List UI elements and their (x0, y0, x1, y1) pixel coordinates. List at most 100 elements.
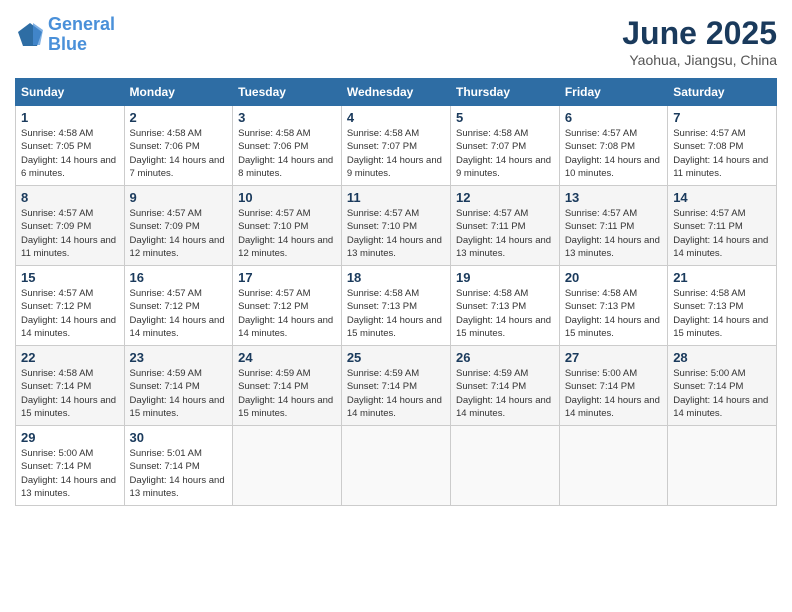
calendar-cell: 2 Sunrise: 4:58 AM Sunset: 7:06 PM Dayli… (124, 106, 233, 186)
header-thursday: Thursday (450, 79, 559, 106)
calendar-cell: 9 Sunrise: 4:57 AM Sunset: 7:09 PM Dayli… (124, 186, 233, 266)
day-info: Sunrise: 4:57 AM Sunset: 7:11 PM Dayligh… (565, 207, 662, 260)
month-title: June 2025 (622, 15, 777, 52)
day-number: 11 (347, 190, 445, 205)
day-number: 24 (238, 350, 336, 365)
day-info: Sunrise: 4:57 AM Sunset: 7:08 PM Dayligh… (673, 127, 771, 180)
day-number: 17 (238, 270, 336, 285)
calendar-cell: 15 Sunrise: 4:57 AM Sunset: 7:12 PM Dayl… (16, 266, 125, 346)
day-number: 3 (238, 110, 336, 125)
calendar-cell: 4 Sunrise: 4:58 AM Sunset: 7:07 PM Dayli… (341, 106, 450, 186)
calendar-cell: 16 Sunrise: 4:57 AM Sunset: 7:12 PM Dayl… (124, 266, 233, 346)
day-info: Sunrise: 4:58 AM Sunset: 7:13 PM Dayligh… (565, 287, 662, 340)
calendar-cell: 22 Sunrise: 4:58 AM Sunset: 7:14 PM Dayl… (16, 346, 125, 426)
day-number: 22 (21, 350, 119, 365)
day-number: 14 (673, 190, 771, 205)
day-info: Sunrise: 5:00 AM Sunset: 7:14 PM Dayligh… (673, 367, 771, 420)
day-info: Sunrise: 4:57 AM Sunset: 7:12 PM Dayligh… (130, 287, 228, 340)
calendar-cell: 23 Sunrise: 4:59 AM Sunset: 7:14 PM Dayl… (124, 346, 233, 426)
day-number: 10 (238, 190, 336, 205)
day-info: Sunrise: 4:57 AM Sunset: 7:12 PM Dayligh… (238, 287, 336, 340)
calendar-cell: 1 Sunrise: 4:58 AM Sunset: 7:05 PM Dayli… (16, 106, 125, 186)
day-info: Sunrise: 4:57 AM Sunset: 7:12 PM Dayligh… (21, 287, 119, 340)
header-friday: Friday (559, 79, 667, 106)
header-tuesday: Tuesday (233, 79, 342, 106)
header-monday: Monday (124, 79, 233, 106)
day-info: Sunrise: 4:57 AM Sunset: 7:10 PM Dayligh… (238, 207, 336, 260)
day-info: Sunrise: 4:58 AM Sunset: 7:07 PM Dayligh… (347, 127, 445, 180)
logo-text: General Blue (48, 15, 115, 55)
day-number: 19 (456, 270, 554, 285)
calendar-cell: 5 Sunrise: 4:58 AM Sunset: 7:07 PM Dayli… (450, 106, 559, 186)
calendar-cell: 30 Sunrise: 5:01 AM Sunset: 7:14 PM Dayl… (124, 426, 233, 506)
day-info: Sunrise: 4:57 AM Sunset: 7:11 PM Dayligh… (673, 207, 771, 260)
day-info: Sunrise: 4:58 AM Sunset: 7:07 PM Dayligh… (456, 127, 554, 180)
calendar-cell (668, 426, 777, 506)
logo: General Blue (15, 15, 115, 55)
day-info: Sunrise: 4:58 AM Sunset: 7:13 PM Dayligh… (456, 287, 554, 340)
calendar-cell (341, 426, 450, 506)
calendar-cell: 19 Sunrise: 4:58 AM Sunset: 7:13 PM Dayl… (450, 266, 559, 346)
day-info: Sunrise: 4:58 AM Sunset: 7:05 PM Dayligh… (21, 127, 119, 180)
day-info: Sunrise: 4:59 AM Sunset: 7:14 PM Dayligh… (456, 367, 554, 420)
day-number: 16 (130, 270, 228, 285)
calendar-week-3: 15 Sunrise: 4:57 AM Sunset: 7:12 PM Dayl… (16, 266, 777, 346)
calendar-cell: 12 Sunrise: 4:57 AM Sunset: 7:11 PM Dayl… (450, 186, 559, 266)
calendar-cell (233, 426, 342, 506)
day-info: Sunrise: 4:58 AM Sunset: 7:14 PM Dayligh… (21, 367, 119, 420)
day-number: 7 (673, 110, 771, 125)
day-info: Sunrise: 4:57 AM Sunset: 7:09 PM Dayligh… (21, 207, 119, 260)
day-number: 20 (565, 270, 662, 285)
day-number: 28 (673, 350, 771, 365)
day-number: 26 (456, 350, 554, 365)
day-info: Sunrise: 4:57 AM Sunset: 7:11 PM Dayligh… (456, 207, 554, 260)
day-info: Sunrise: 4:57 AM Sunset: 7:08 PM Dayligh… (565, 127, 662, 180)
day-info: Sunrise: 4:59 AM Sunset: 7:14 PM Dayligh… (347, 367, 445, 420)
weekday-header-row: Sunday Monday Tuesday Wednesday Thursday… (16, 79, 777, 106)
day-number: 8 (21, 190, 119, 205)
calendar-body: 1 Sunrise: 4:58 AM Sunset: 7:05 PM Dayli… (16, 106, 777, 506)
header-wednesday: Wednesday (341, 79, 450, 106)
calendar-cell: 17 Sunrise: 4:57 AM Sunset: 7:12 PM Dayl… (233, 266, 342, 346)
calendar: Sunday Monday Tuesday Wednesday Thursday… (15, 78, 777, 506)
calendar-cell: 21 Sunrise: 4:58 AM Sunset: 7:13 PM Dayl… (668, 266, 777, 346)
day-number: 27 (565, 350, 662, 365)
day-number: 21 (673, 270, 771, 285)
day-number: 4 (347, 110, 445, 125)
calendar-cell: 24 Sunrise: 4:59 AM Sunset: 7:14 PM Dayl… (233, 346, 342, 426)
day-number: 25 (347, 350, 445, 365)
day-info: Sunrise: 4:58 AM Sunset: 7:13 PM Dayligh… (347, 287, 445, 340)
calendar-cell: 27 Sunrise: 5:00 AM Sunset: 7:14 PM Dayl… (559, 346, 667, 426)
day-number: 23 (130, 350, 228, 365)
day-number: 2 (130, 110, 228, 125)
calendar-cell: 26 Sunrise: 4:59 AM Sunset: 7:14 PM Dayl… (450, 346, 559, 426)
calendar-cell: 28 Sunrise: 5:00 AM Sunset: 7:14 PM Dayl… (668, 346, 777, 426)
day-number: 1 (21, 110, 119, 125)
calendar-cell: 29 Sunrise: 5:00 AM Sunset: 7:14 PM Dayl… (16, 426, 125, 506)
day-info: Sunrise: 4:59 AM Sunset: 7:14 PM Dayligh… (238, 367, 336, 420)
calendar-week-5: 29 Sunrise: 5:00 AM Sunset: 7:14 PM Dayl… (16, 426, 777, 506)
day-info: Sunrise: 5:00 AM Sunset: 7:14 PM Dayligh… (565, 367, 662, 420)
calendar-cell: 3 Sunrise: 4:58 AM Sunset: 7:06 PM Dayli… (233, 106, 342, 186)
day-number: 18 (347, 270, 445, 285)
day-number: 12 (456, 190, 554, 205)
calendar-cell: 10 Sunrise: 4:57 AM Sunset: 7:10 PM Dayl… (233, 186, 342, 266)
calendar-cell: 13 Sunrise: 4:57 AM Sunset: 7:11 PM Dayl… (559, 186, 667, 266)
calendar-cell: 25 Sunrise: 4:59 AM Sunset: 7:14 PM Dayl… (341, 346, 450, 426)
location: Yaohua, Jiangsu, China (622, 52, 777, 68)
day-number: 13 (565, 190, 662, 205)
day-info: Sunrise: 4:57 AM Sunset: 7:10 PM Dayligh… (347, 207, 445, 260)
title-block: June 2025 Yaohua, Jiangsu, China (622, 15, 777, 68)
day-info: Sunrise: 4:59 AM Sunset: 7:14 PM Dayligh… (130, 367, 228, 420)
day-number: 29 (21, 430, 119, 445)
header-saturday: Saturday (668, 79, 777, 106)
calendar-week-4: 22 Sunrise: 4:58 AM Sunset: 7:14 PM Dayl… (16, 346, 777, 426)
calendar-cell: 6 Sunrise: 4:57 AM Sunset: 7:08 PM Dayli… (559, 106, 667, 186)
calendar-cell (559, 426, 667, 506)
day-info: Sunrise: 5:00 AM Sunset: 7:14 PM Dayligh… (21, 447, 119, 500)
day-number: 6 (565, 110, 662, 125)
day-info: Sunrise: 4:58 AM Sunset: 7:06 PM Dayligh… (238, 127, 336, 180)
logo-icon (15, 20, 45, 50)
day-number: 5 (456, 110, 554, 125)
day-number: 9 (130, 190, 228, 205)
